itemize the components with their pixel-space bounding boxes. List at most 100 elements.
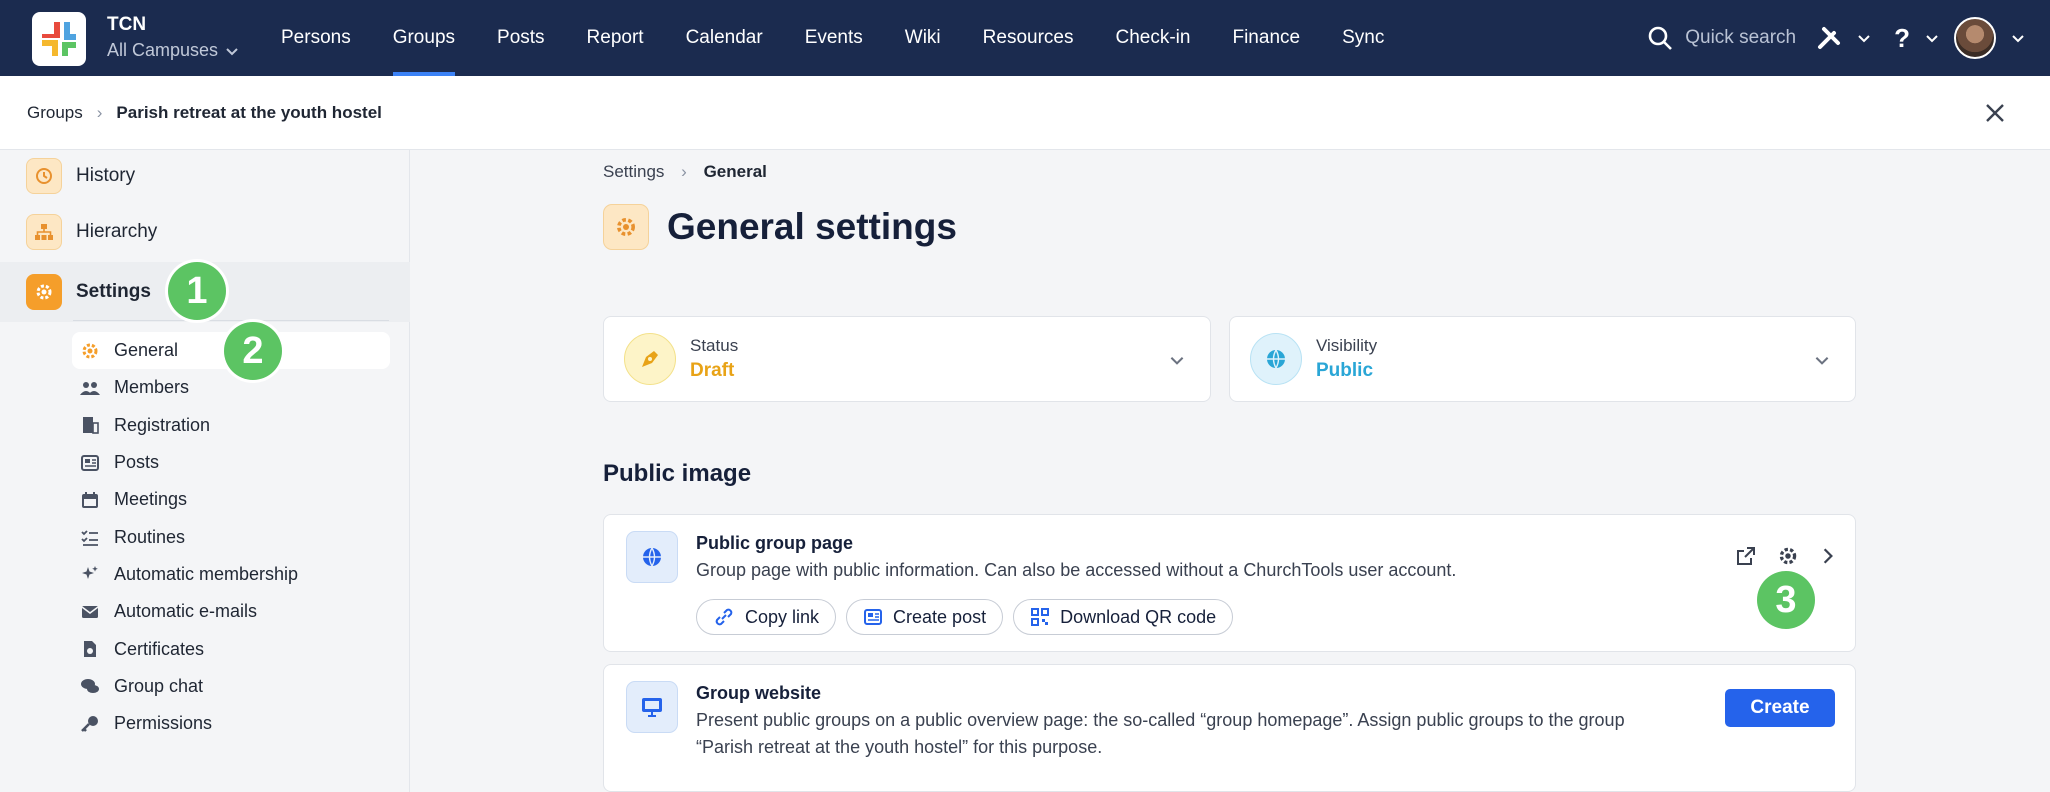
newspaper-icon [864, 609, 883, 625]
org-switcher[interactable]: TCN All Campuses [107, 14, 240, 61]
nav-report[interactable]: Report [566, 0, 665, 76]
breadcrumb-groups[interactable]: Groups [27, 103, 83, 123]
nav-resources[interactable]: Resources [962, 0, 1095, 76]
envelope-icon [81, 605, 99, 618]
org-name: TCN [107, 14, 147, 35]
subnav-automatic-emails[interactable]: Automatic e-mails [72, 593, 390, 630]
subnav-automatic-membership[interactable]: Automatic membership [72, 556, 390, 593]
sidebar-item-settings[interactable]: Settings [26, 274, 151, 310]
nav-persons[interactable]: Persons [260, 0, 372, 76]
card-title: Public group page [696, 533, 854, 553]
nav-wiki[interactable]: Wiki [884, 0, 962, 76]
subnav-label: Permissions [114, 713, 213, 734]
newspaper-icon [81, 454, 99, 471]
main-nav: Persons Groups Posts Report Calendar Eve… [260, 0, 1405, 76]
section-heading: Public image [603, 460, 752, 487]
history-icon [26, 158, 62, 194]
copy-link-button[interactable]: Copy link [696, 599, 837, 635]
subnav-permissions[interactable]: Permissions [72, 705, 390, 742]
status-value: Draft [690, 360, 735, 381]
sidebar-item-history[interactable]: History [26, 158, 135, 194]
sidebar-item-hierarchy[interactable]: Hierarchy [26, 214, 157, 250]
create-website-button[interactable]: Create [1725, 689, 1835, 727]
chevron-right-icon[interactable] [1819, 547, 1837, 565]
card-title: Group website [696, 683, 822, 703]
chevron-down-icon [226, 47, 238, 55]
quick-search[interactable]: Quick search [1647, 25, 1796, 51]
gear-icon[interactable] [1777, 545, 1799, 567]
hierarchy-icon [26, 214, 62, 250]
action-pills: Copy link Create post Download QR code [696, 599, 1234, 635]
subnav-label: Routines [114, 526, 186, 547]
subnav-meetings[interactable]: Meetings [72, 481, 390, 518]
close-icon[interactable] [1982, 100, 2008, 126]
user-avatar[interactable] [1954, 17, 1996, 59]
card-description-line2: “Parish retreat at the youth hostel” for… [696, 737, 1103, 757]
subnav-label: Posts [114, 452, 160, 473]
subnav-group-chat[interactable]: Group chat [72, 668, 390, 705]
chevron-right-icon: › [681, 162, 687, 181]
chevron-right-icon: › [96, 102, 103, 122]
visibility-select[interactable]: Visibility Public [1229, 316, 1856, 402]
nav-groups[interactable]: Groups [372, 0, 476, 76]
subnav-label: Certificates [114, 638, 205, 659]
help-icon[interactable]: ? [1894, 23, 1910, 54]
subnav-registration[interactable]: Registration [72, 407, 390, 444]
subnav-label: Automatic membership [114, 563, 299, 584]
subnav-members[interactable]: Members [72, 369, 390, 406]
subnav-label: Automatic e-mails [114, 601, 258, 622]
subnav-routines[interactable]: Routines [72, 518, 390, 555]
page-title: General settings [667, 206, 957, 247]
sidebar-item-label: History [76, 165, 136, 186]
card-description-line1: Present public groups on a public overvi… [696, 710, 1625, 730]
tools-icon[interactable] [1816, 25, 1842, 51]
subnav-label: Registration [114, 414, 211, 435]
card-description: Group page with public information. Can … [696, 560, 1457, 580]
nav-checkin[interactable]: Check-in [1095, 0, 1212, 76]
campus-selector[interactable]: All Campuses [107, 40, 240, 61]
nav-finance[interactable]: Finance [1211, 0, 1321, 76]
door-icon [83, 417, 99, 435]
breadcrumb: Groups › Parish retreat at the youth hos… [0, 76, 2050, 150]
external-link-icon[interactable] [1735, 545, 1757, 567]
sidebar-item-label: Hierarchy [76, 221, 158, 242]
create-post-button[interactable]: Create post [846, 599, 1004, 635]
subnav-label: General [114, 340, 179, 361]
chevron-down-icon[interactable] [1856, 30, 1872, 46]
calendar-icon [82, 491, 98, 508]
nav-posts[interactable]: Posts [476, 0, 566, 76]
gear-icon [603, 204, 649, 250]
subnav-label: Group chat [114, 675, 204, 696]
nav-sync[interactable]: Sync [1321, 0, 1405, 76]
top-navbar: TCN All Campuses Persons Groups Posts Re… [0, 0, 2050, 76]
chevron-down-icon[interactable] [1924, 30, 1940, 46]
pen-icon [624, 333, 676, 385]
nav-right: Quick search ? [1647, 0, 2026, 76]
checklist-icon [81, 530, 98, 547]
campus-label: All Campuses [107, 40, 219, 60]
breadcrumb-general: General [703, 162, 767, 181]
sidebar: History Hierarchy Settings General Membe… [0, 150, 410, 792]
sparkles-icon [82, 566, 98, 580]
status-select[interactable]: Status Draft [603, 316, 1211, 402]
chevron-down-icon[interactable] [2010, 30, 2026, 46]
copy-link-label: Copy link [745, 606, 820, 627]
subnav-certificates[interactable]: Certificates [72, 630, 390, 667]
subnav-posts[interactable]: Posts [72, 444, 390, 481]
download-qr-button[interactable]: Download QR code [1013, 599, 1234, 635]
nav-calendar[interactable]: Calendar [665, 0, 784, 76]
gear-icon [26, 274, 62, 310]
users-icon [80, 381, 100, 395]
group-website-card: Group website Present public groups on a… [603, 664, 1856, 792]
nav-events[interactable]: Events [784, 0, 884, 76]
divider [73, 320, 389, 321]
link-icon [715, 608, 733, 626]
breadcrumb-settings[interactable]: Settings [603, 162, 664, 181]
app-logo[interactable] [32, 12, 86, 66]
status-label: Status [690, 336, 739, 355]
annotation-badge-1: 1 [168, 262, 226, 320]
sidebar-item-label: Settings [76, 281, 151, 302]
chevron-down-icon [1815, 357, 1829, 365]
chevron-down-icon [1170, 357, 1184, 365]
settings-subnav: General Members Registration Posts Meeti… [72, 332, 390, 742]
